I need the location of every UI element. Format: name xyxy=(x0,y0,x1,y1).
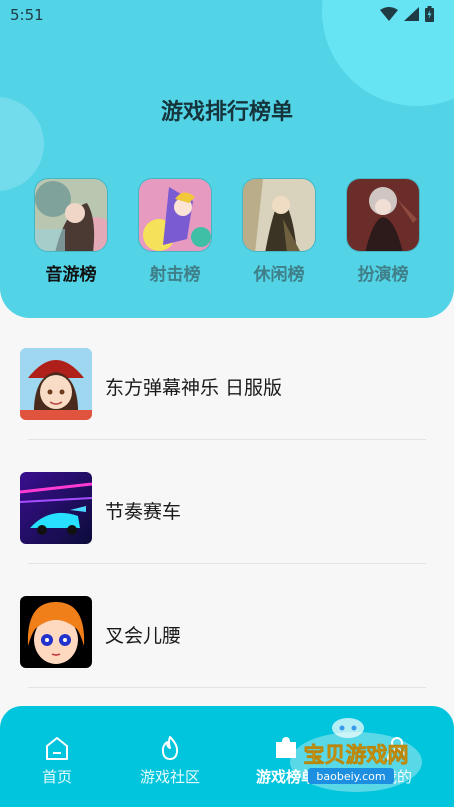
page-title: 游戏排行榜单 xyxy=(160,100,293,125)
tab-community[interactable]: 游戏社区 xyxy=(120,734,220,794)
divider xyxy=(28,563,426,564)
game-name: 节奏赛车 xyxy=(105,501,182,523)
game-icon xyxy=(20,348,92,420)
category-casual[interactable]: 休闲榜 xyxy=(242,178,316,288)
wifi-icon xyxy=(380,7,398,21)
home-icon xyxy=(46,737,68,760)
watermark-brand: 宝贝游戏网 xyxy=(304,743,409,767)
divider xyxy=(28,687,426,688)
status-bar: 5:51 xyxy=(0,0,454,34)
watermark-logo: 宝贝游戏网 baobeiy.com xyxy=(286,714,426,794)
category-label: 扮演榜 xyxy=(357,265,409,285)
category-label: 休闲榜 xyxy=(253,265,305,285)
game-icon xyxy=(20,596,92,668)
category-row: 音游榜 射击榜 休闲榜 扮演榜 xyxy=(34,178,424,288)
category-label: 音游榜 xyxy=(45,265,97,285)
category-shooter[interactable]: 射击榜 xyxy=(138,178,212,288)
signal-icon xyxy=(404,7,419,21)
category-music[interactable]: 音游榜 xyxy=(34,178,108,288)
category-thumbnail xyxy=(34,178,108,252)
watermark-url: baobeiy.com xyxy=(316,770,385,783)
list-item[interactable]: 叉会儿腰 xyxy=(0,566,454,690)
battery-icon xyxy=(425,6,434,22)
game-name: 叉会儿腰 xyxy=(105,625,182,647)
game-name: 东方弹幕神乐 日服版 xyxy=(105,377,283,399)
category-thumbnail xyxy=(242,178,316,252)
list-item[interactable]: 节奏赛车 xyxy=(0,442,454,566)
status-icons xyxy=(380,6,434,22)
list-item[interactable]: 东方弹幕神乐 日服版 xyxy=(0,318,454,442)
category-thumbnail xyxy=(138,178,212,252)
category-thumbnail xyxy=(346,178,420,252)
header: 5:51 游戏排行榜单 音游榜 射击榜 休闲榜 扮演榜 xyxy=(0,0,454,318)
flame-icon xyxy=(161,736,179,760)
game-icon xyxy=(20,472,92,544)
category-roleplay[interactable]: 扮演榜 xyxy=(346,178,420,288)
tab-home[interactable]: 首页 xyxy=(7,734,107,794)
tab-label: 游戏社区 xyxy=(139,768,200,786)
divider xyxy=(28,439,426,440)
tab-label: 首页 xyxy=(41,768,72,786)
category-label: 射击榜 xyxy=(149,265,201,285)
status-time: 5:51 xyxy=(10,6,44,24)
